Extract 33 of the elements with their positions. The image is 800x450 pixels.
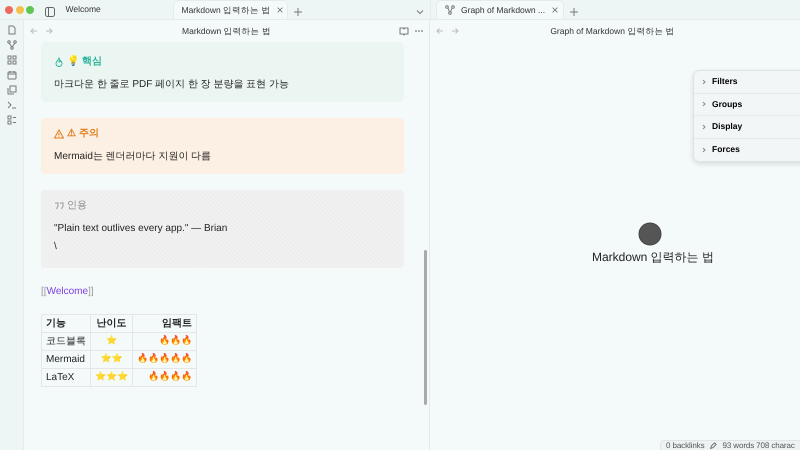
graph-section-toggle[interactable]: Display bbox=[694, 116, 800, 138]
callout-text: \ bbox=[54, 240, 58, 254]
tab[interactable]: Welcome bbox=[58, 0, 172, 19]
backlinks-count[interactable]: 0 backlinks bbox=[666, 440, 704, 450]
table-cell: 코드블록 bbox=[42, 332, 90, 350]
column-header: 난이도 bbox=[90, 314, 132, 332]
table-cell: Mermaid bbox=[42, 350, 90, 368]
tab[interactable]: Markdown 입력하는 법 bbox=[172, 0, 288, 19]
tab[interactable]: Graph of Markdown ... bbox=[436, 0, 564, 19]
graph-section-toggle[interactable]: Forces bbox=[694, 138, 800, 161]
word-count: 93 words bbox=[722, 440, 754, 450]
graph-node-label: Markdown 입력하는 법 bbox=[592, 249, 714, 266]
callout-title: 💡 핵심 bbox=[67, 54, 102, 69]
table-cell: ⭐ bbox=[90, 332, 132, 350]
callout-text: "Plain text outlives every app." — Brian bbox=[54, 222, 228, 236]
table-cell: 🔥🔥🔥 bbox=[132, 332, 196, 350]
table-cell: ⭐⭐ bbox=[90, 350, 132, 368]
callout-title: 인용 bbox=[67, 199, 87, 213]
wiki-link[interactable]: [[Welcome]] bbox=[41, 284, 404, 298]
table-cell: LaTeX bbox=[42, 368, 90, 386]
column-header: 기능 bbox=[42, 314, 90, 332]
note-title: Markdown 입력하는 법 bbox=[181, 24, 272, 38]
graph-section-toggle[interactable]: Filters bbox=[694, 71, 800, 94]
callout-text: 마크다운 한 줄로 PDF 페이지 한 장 분량을 표현 가능 bbox=[54, 78, 290, 92]
table-cell: 🔥🔥🔥🔥 bbox=[132, 368, 196, 386]
callout-text: Mermaid는 렌더러마다 지원이 다름 bbox=[54, 150, 212, 164]
table-cell: 🔥🔥🔥🔥🔥 bbox=[132, 350, 196, 368]
table-cell: ⭐⭐⭐ bbox=[90, 368, 132, 386]
graph-title: Graph of Markdown 입력하는 법 bbox=[549, 24, 676, 38]
graph-section-toggle[interactable]: Groups bbox=[694, 94, 800, 116]
character-count: 708 charac bbox=[756, 440, 795, 450]
column-header: 임팩트 bbox=[132, 314, 196, 332]
callout-title: ⚠ 주의 bbox=[67, 127, 99, 141]
